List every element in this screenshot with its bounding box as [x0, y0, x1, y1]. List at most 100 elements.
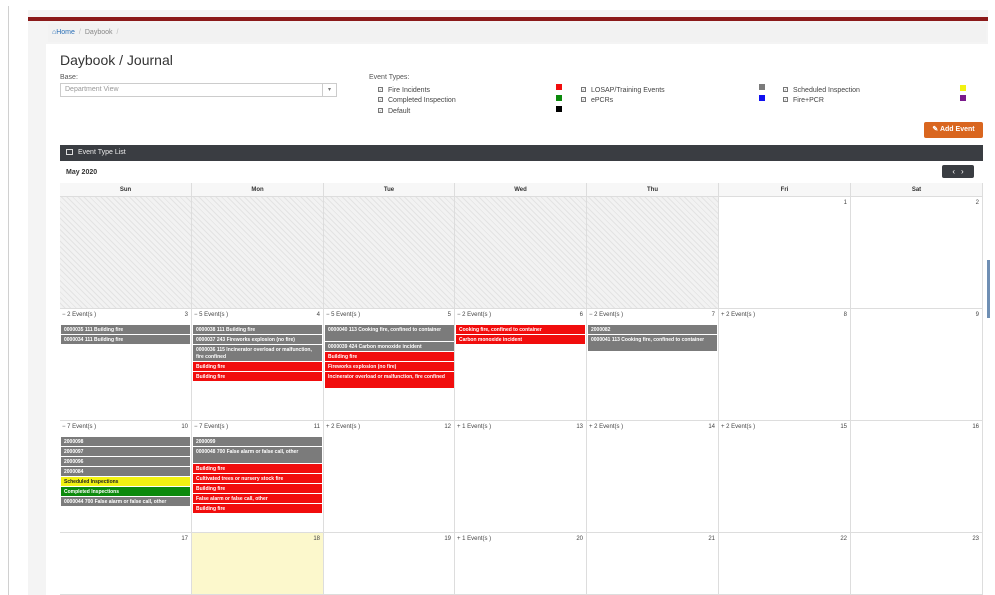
day-cell[interactable]: 15 + 2 Event(s ) [719, 421, 851, 533]
breadcrumb-separator: / [116, 29, 119, 36]
breadcrumb-home[interactable]: ⌂Home [52, 29, 75, 36]
calendar-event[interactable]: 2000096 [61, 457, 190, 467]
event-type-filter[interactable]: ✓ LOSAP/Training Events [581, 86, 665, 96]
day-number: 5 [447, 312, 451, 318]
calendar-event[interactable]: 0000034 111 Building fire [61, 335, 190, 345]
day-cell[interactable]: 21 [587, 533, 719, 595]
event-type-filter[interactable]: ✓ ePCRs [581, 96, 613, 106]
day-cell[interactable]: 23 [851, 533, 983, 595]
event-count-toggle[interactable]: − 2 Event(s ) [62, 312, 96, 318]
calendar-event[interactable]: Incinerator overload or malfunction, fir… [325, 372, 454, 389]
event-count-toggle[interactable]: + 2 Event(s ) [589, 424, 623, 430]
event-count-toggle[interactable]: + 1 Event(s ) [457, 536, 491, 542]
event-count-toggle[interactable]: − 5 Event(s ) [326, 312, 360, 318]
checkbox-checked[interactable]: ✓ [783, 97, 788, 102]
calendar-event[interactable]: Cooking fire, confined to container [456, 325, 585, 335]
calendar-icon [66, 149, 73, 155]
add-event-button[interactable]: ✎ Add Event [924, 122, 983, 138]
calendar-event[interactable]: Completed Inspections [61, 487, 190, 497]
checkbox-checked[interactable]: ✓ [581, 97, 586, 102]
checkbox-checked[interactable]: ✓ [581, 87, 586, 92]
calendar-event[interactable]: 0000039 424 Carbon monoxide incident [325, 342, 454, 352]
event-count-toggle[interactable]: − 2 Event(s ) [457, 312, 491, 318]
day-cell[interactable] [60, 197, 192, 309]
day-number: 23 [972, 536, 979, 542]
calendar-event[interactable]: 0000040 113 Cooking fire, confined to co… [325, 325, 454, 342]
calendar-event[interactable]: Building fire [193, 464, 322, 474]
calendar-event[interactable]: 0000036 115 Incinerator overload or malf… [193, 345, 322, 362]
scrollbar-thumb[interactable] [987, 260, 990, 318]
calendar-event[interactable]: 2000098 [61, 437, 190, 447]
calendar-event[interactable]: Building fire [325, 352, 454, 362]
calendar-event[interactable]: Cultivated trees or nursery stock fire [193, 474, 322, 484]
day-cell[interactable]: 16 [851, 421, 983, 533]
event-type-filter[interactable]: ✓ Default [378, 107, 410, 117]
day-cell[interactable]: 13 + 1 Event(s ) [455, 421, 587, 533]
calendar-event[interactable]: 2000099 [193, 437, 322, 447]
calendar-event[interactable]: Building fire [193, 362, 322, 372]
day-cell[interactable]: 10 − 7 Event(s ) 2000098 2000097 2000096 2000… [60, 421, 192, 533]
event-type-filter[interactable]: ✓ Fire+PCR [783, 96, 824, 106]
next-month-button[interactable]: › [961, 167, 964, 176]
day-cell[interactable]: 3 − 2 Event(s ) 0000035 111 Building fire 0… [60, 309, 192, 421]
calendar-event[interactable]: 0000041 113 Cooking fire, confined to co… [588, 335, 717, 352]
day-cell[interactable]: 17 [60, 533, 192, 595]
calendar-event[interactable]: Carbon monoxide incident [456, 335, 585, 345]
day-cell[interactable]: 2 [851, 197, 983, 309]
day-cell[interactable] [324, 197, 455, 309]
checkbox-checked[interactable]: ✓ [783, 87, 788, 92]
calendar-event[interactable]: False alarm or false call, other [193, 494, 322, 504]
calendar-event[interactable]: 0000048 700 False alarm or false call, o… [193, 447, 322, 464]
base-select-value: Department View [65, 86, 119, 93]
calendar-event[interactable]: Building fire [193, 372, 322, 382]
calendar-event[interactable]: 0000037 243 Fireworks explosion (no fire… [193, 335, 322, 345]
day-cell[interactable]: 4− 5 Event(s ) 0000038 111 Building fire 0… [192, 309, 324, 421]
checkbox-checked[interactable]: ✓ [378, 97, 383, 102]
event-type-color-swatch [960, 95, 966, 101]
day-cell[interactable]: 1 [719, 197, 851, 309]
calendar-event[interactable]: 0000038 111 Building fire [193, 325, 322, 335]
base-select[interactable]: Department View ▾ [60, 83, 337, 97]
event-count-toggle[interactable]: + 2 Event(s ) [721, 312, 755, 318]
calendar-event[interactable]: 0000035 111 Building fire [61, 325, 190, 335]
event-count-toggle[interactable]: + 2 Event(s ) [721, 424, 755, 430]
calendar-event[interactable]: Building fire [193, 484, 322, 494]
calendar-event[interactable]: 2000082 [588, 325, 717, 335]
day-cell[interactable] [587, 197, 719, 309]
event-count-toggle[interactable]: + 2 Event(s ) [326, 424, 360, 430]
day-cell[interactable]: 18 [192, 533, 324, 595]
day-cell[interactable]: 11 − 7 Event(s ) 2000099 0000048 700 False … [192, 421, 324, 533]
calendar-event[interactable]: 2000097 [61, 447, 190, 457]
day-cell[interactable]: 5 − 5 Event(s ) 0000040 113 Cooking fire, … [324, 309, 455, 421]
event-type-filter[interactable]: ✓ Fire Incidents [378, 86, 430, 96]
day-cell[interactable]: 12 + 2 Event(s ) [324, 421, 455, 533]
checkbox-checked[interactable]: ✓ [378, 87, 383, 92]
calendar-event[interactable]: Building fire [193, 504, 322, 514]
calendar-event[interactable]: Fireworks explosion (no fire) [325, 362, 454, 372]
event-type-filter[interactable]: ✓ Scheduled Inspection [783, 86, 860, 96]
checkbox-checked[interactable]: ✓ [378, 108, 383, 113]
day-number: 13 [576, 424, 583, 430]
base-label: Base: [60, 74, 78, 81]
event-type-filter[interactable]: ✓ Completed Inspection [378, 96, 456, 106]
event-count-toggle[interactable]: − 7 Event(s ) [62, 424, 96, 430]
prev-month-button[interactable]: ‹ [952, 167, 955, 176]
calendar-event[interactable]: 0000044 700 False alarm or false call, o… [61, 497, 190, 507]
day-cell[interactable]: 20 + 1 Event(s ) [455, 533, 587, 595]
calendar-event[interactable]: Scheduled Inspections [61, 477, 190, 487]
day-cell[interactable]: 8 + 2 Event(s ) [719, 309, 851, 421]
day-cell[interactable]: 7 − 2 Event(s ) 2000082 0000041 113 Cooking… [587, 309, 719, 421]
day-cell[interactable]: 19 [324, 533, 455, 595]
event-count-toggle[interactable]: − 2 Event(s ) [589, 312, 623, 318]
day-cell[interactable] [192, 197, 324, 309]
event-count-toggle[interactable]: − 5 Event(s ) [194, 312, 228, 318]
event-count-toggle[interactable]: − 7 Event(s ) [194, 424, 228, 430]
event-type-color-swatch [556, 106, 562, 112]
day-cell[interactable]: 14 + 2 Event(s ) [587, 421, 719, 533]
day-cell[interactable]: 22 [719, 533, 851, 595]
day-cell[interactable]: 9 [851, 309, 983, 421]
day-cell[interactable] [455, 197, 587, 309]
day-cell[interactable]: 6 − 2 Event(s ) Cooking fire, confined to … [455, 309, 587, 421]
calendar-event[interactable]: 2000084 [61, 467, 190, 477]
event-count-toggle[interactable]: + 1 Event(s ) [457, 424, 491, 430]
